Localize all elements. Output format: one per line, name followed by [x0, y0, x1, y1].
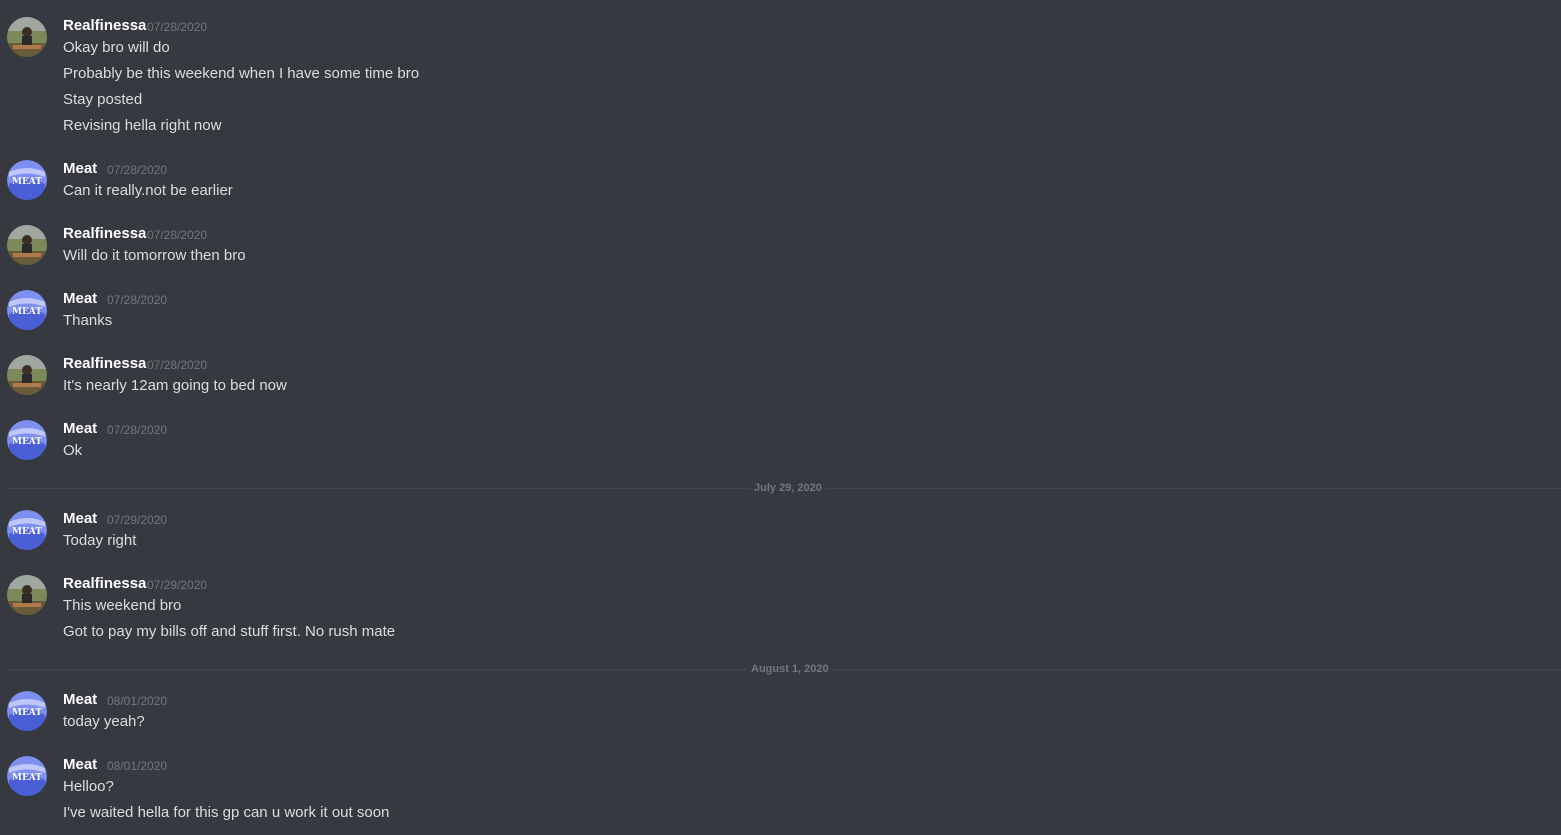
username[interactable]: Meat	[63, 756, 97, 774]
message-text: Helloo?	[63, 778, 114, 795]
avatar-meat[interactable]: MEAT	[7, 290, 47, 330]
message-text: Probably be this weekend when I have som…	[63, 65, 420, 82]
svg-text:MEAT: MEAT	[12, 708, 42, 718]
avatar-meat[interactable]: MEAT	[7, 756, 47, 796]
message-text: Revising hella right now	[63, 117, 222, 134]
date-divider-label: August 1, 2020	[747, 662, 833, 676]
svg-text:MEAT: MEAT	[12, 437, 42, 447]
timestamp: 07/28/2020	[107, 163, 168, 177]
photo-avatar-icon	[7, 225, 47, 265]
timestamp: 07/28/2020	[107, 423, 168, 437]
avatar-realfinessa[interactable]	[7, 17, 47, 57]
meat-logo-icon: MEAT	[7, 160, 47, 200]
meat-logo-icon: MEAT	[7, 290, 47, 330]
username[interactable]: Meat	[63, 160, 97, 178]
message-text: I've waited hella for this gp can u work…	[63, 804, 390, 821]
meat-logo-icon: MEAT	[7, 691, 47, 731]
timestamp: 07/29/2020	[147, 578, 208, 592]
avatar-realfinessa[interactable]	[7, 575, 47, 615]
username[interactable]: Meat	[63, 420, 97, 438]
svg-text:MEAT: MEAT	[12, 177, 42, 187]
message-text: Okay bro will do	[63, 39, 170, 56]
timestamp: 08/01/2020	[107, 759, 168, 773]
message-text: Thanks	[63, 312, 113, 329]
avatar-meat[interactable]: MEAT	[7, 420, 47, 460]
message-text: It's nearly 12am going to bed now	[63, 377, 287, 394]
username[interactable]: Realfinessa	[63, 225, 146, 243]
message-text: Will do it tomorrow then bro	[63, 247, 246, 264]
username[interactable]: Meat	[63, 691, 97, 709]
timestamp: 07/28/2020	[147, 358, 208, 372]
username[interactable]: Meat	[63, 290, 97, 308]
chat-messages: Realfinessa 07/28/2020 Okay bro will do …	[0, 0, 1561, 835]
message-text: This weekend bro	[63, 597, 182, 614]
svg-text:MEAT: MEAT	[12, 527, 42, 537]
photo-avatar-icon	[7, 575, 47, 615]
message-text: Stay posted	[63, 91, 143, 108]
timestamp: 08/01/2020	[107, 694, 168, 708]
username[interactable]: Meat	[63, 510, 97, 528]
timestamp: 07/29/2020	[107, 513, 168, 527]
message-text: Today right	[63, 532, 137, 549]
date-divider-label: July 29, 2020	[750, 481, 826, 495]
timestamp: 07/28/2020	[147, 20, 208, 34]
svg-text:MEAT: MEAT	[12, 773, 42, 783]
avatar-realfinessa[interactable]	[7, 225, 47, 265]
message-text: Got to pay my bills off and stuff first.…	[63, 623, 396, 640]
timestamp: 07/28/2020	[147, 228, 208, 242]
avatar-meat[interactable]: MEAT	[7, 691, 47, 731]
meat-logo-icon: MEAT	[7, 420, 47, 460]
username[interactable]: Realfinessa	[63, 575, 146, 593]
timestamp: 07/28/2020	[107, 293, 168, 307]
photo-avatar-icon	[7, 355, 47, 395]
avatar-meat[interactable]: MEAT	[7, 160, 47, 200]
message-text: Can it really.not be earlier	[63, 182, 233, 199]
username[interactable]: Realfinessa	[63, 17, 146, 35]
meat-logo-icon: MEAT	[7, 510, 47, 550]
message-text: today yeah?	[63, 713, 145, 730]
svg-text:MEAT: MEAT	[12, 307, 42, 317]
message-text: Ok	[63, 442, 83, 459]
avatar-meat[interactable]: MEAT	[7, 510, 47, 550]
avatar-realfinessa[interactable]	[7, 355, 47, 395]
meat-logo-icon: MEAT	[7, 756, 47, 796]
photo-avatar-icon	[7, 17, 47, 57]
username[interactable]: Realfinessa	[63, 355, 146, 373]
